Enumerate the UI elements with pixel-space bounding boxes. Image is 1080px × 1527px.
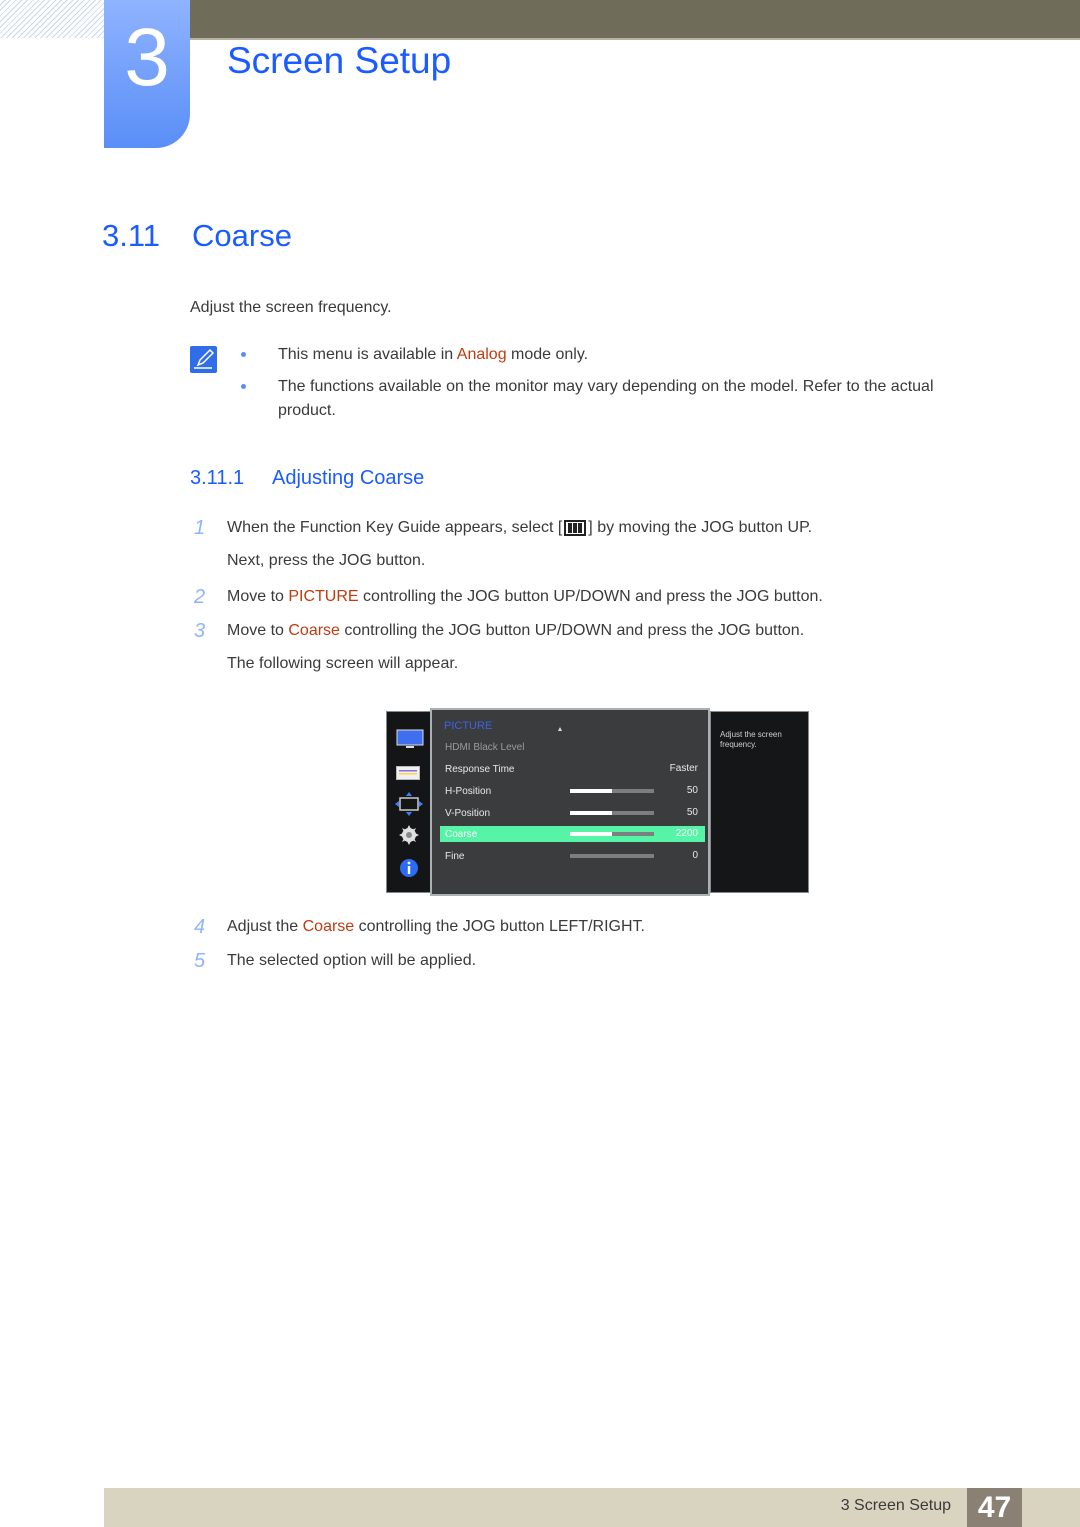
osd-slider-fill: [570, 832, 612, 836]
note-pencil-icon: [190, 346, 217, 373]
osd-item-label: Response Time: [445, 764, 515, 775]
subsection-number: 3.11.1: [190, 467, 245, 489]
step-text-end: ] by moving the JOG button UP.: [588, 519, 813, 536]
osd-item-label: HDMI Black Level: [445, 742, 525, 753]
step-text: Move to: [227, 588, 289, 605]
note-text: The functions available on the monitor m…: [278, 378, 934, 419]
osd-item-value: 2200: [675, 828, 698, 839]
osd-menu-item-response-time[interactable]: Response Time Faster: [440, 761, 705, 777]
osd-slider-fill: [570, 789, 612, 793]
section-intro: Adjust the screen frequency.: [190, 299, 392, 316]
step-text-end: controlling the JOG button UP/DOWN and p…: [358, 588, 823, 605]
osd-menu-item-hdmi-black-level[interactable]: HDMI Black Level: [440, 739, 705, 755]
osd-picture-menu: PICTURE HDMI Black Level Response Time Fas…: [430, 708, 710, 896]
note-text-end: mode only.: [506, 346, 589, 363]
section-heading: 3.11 Coarse: [102, 218, 292, 254]
step-highlight: Coarse: [288, 622, 340, 639]
subsection-heading: 3.11.1 Adjusting Coarse: [190, 467, 424, 490]
step-text-end: controlling the JOG button LEFT/RIGHT.: [354, 918, 645, 935]
osd-slider[interactable]: [570, 811, 654, 815]
step-text: The following screen will appear.: [227, 655, 459, 672]
header-hatch-decoration: [0, 0, 104, 38]
picture-settings-icon: [396, 766, 420, 780]
step-text: Next, press the JOG button.: [227, 552, 426, 569]
chapter-badge: 3: [104, 0, 190, 148]
step-number: 4: [194, 916, 206, 938]
osd-slider-fill: [570, 811, 612, 815]
osd-item-label: V-Position: [445, 808, 491, 819]
gear-icon: [399, 825, 419, 845]
chapter-number: 3: [124, 12, 170, 103]
osd-item-label: Coarse: [445, 829, 478, 840]
osd-slider[interactable]: [570, 789, 654, 793]
resize-icon: [395, 792, 423, 816]
section-title: Coarse: [192, 218, 292, 253]
osd-help-text: Adjust the screen frequency.: [720, 730, 782, 749]
osd-item-value: Faster: [669, 763, 698, 774]
osd-help-panel: Adjust the screen frequency.: [710, 711, 809, 893]
step-text: Adjust the: [227, 918, 303, 935]
step-number: 2: [194, 586, 206, 608]
osd-slider[interactable]: [570, 832, 654, 836]
osd-item-value: 50: [686, 785, 698, 796]
chapter-title: Screen Setup: [227, 40, 452, 81]
step-highlight: PICTURE: [288, 588, 359, 605]
bullet-dot: [241, 384, 246, 389]
step-number: 5: [194, 950, 206, 972]
osd-menu-item-v-position[interactable]: V-Position 50: [440, 805, 705, 821]
step-number: 3: [194, 620, 206, 642]
osd-menu-item-fine[interactable]: Fine 0: [440, 848, 705, 864]
subsection-title: Adjusting Coarse: [272, 467, 425, 489]
section-number: 3.11: [102, 218, 161, 253]
step-text: When the Function Key Guide appears, sel…: [227, 519, 563, 536]
osd-slider[interactable]: [570, 854, 654, 858]
osd-item-value: 0: [692, 850, 698, 861]
step-text: Move to: [227, 622, 289, 639]
scroll-up-arrow-icon[interactable]: [558, 727, 562, 731]
page-number: 47: [967, 1488, 1022, 1527]
osd-menu-item-coarse[interactable]: Coarse 2200: [440, 826, 705, 842]
osd-icon-sidebar: [386, 711, 432, 893]
note-text: This menu is available in: [278, 346, 457, 363]
step-text-end: controlling the JOG button UP/DOWN and p…: [339, 622, 805, 639]
bullet-dot: [241, 352, 246, 357]
osd-menu-item-h-position[interactable]: H-Position 50: [440, 783, 705, 799]
step-number: 1: [194, 517, 206, 539]
note-highlight: Analog: [456, 346, 507, 363]
page-footer: 3 Screen Setup: [104, 1488, 1080, 1527]
monitor-icon: [396, 729, 424, 748]
osd-item-label: Fine: [445, 851, 465, 862]
step-text: The selected option will be applied.: [227, 952, 477, 969]
info-icon: [400, 859, 418, 877]
footer-chapter-label: 3 Screen Setup: [840, 1497, 951, 1514]
header-bar: [190, 0, 1080, 40]
osd-item-value: 50: [686, 807, 698, 818]
osd-menu-title: PICTURE: [444, 720, 493, 732]
menu-key-icon: [564, 519, 587, 536]
step-highlight: Coarse: [302, 918, 355, 935]
osd-item-label: H-Position: [445, 786, 492, 797]
